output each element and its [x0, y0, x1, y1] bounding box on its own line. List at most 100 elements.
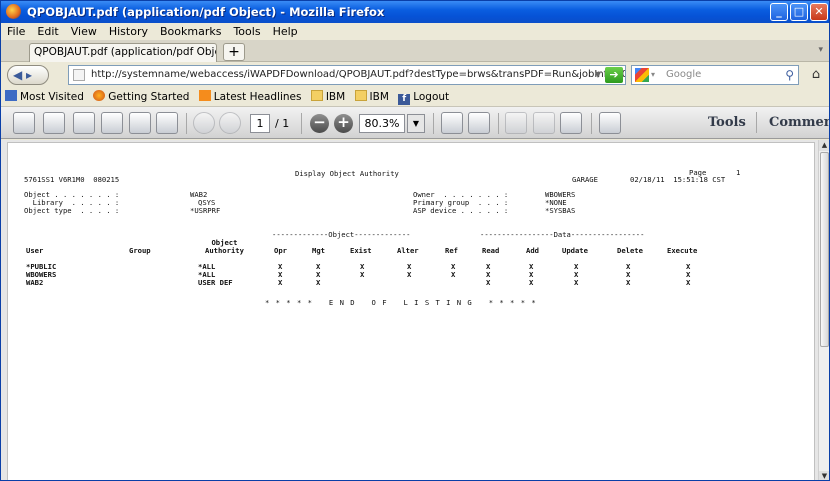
bookmark-logout[interactable]: f Logout — [398, 88, 449, 107]
cell-delete: X — [626, 278, 631, 287]
data-columns-group-header: -----------------Data----------------- — [480, 230, 645, 239]
scroll-thumb[interactable] — [820, 152, 829, 347]
fit-page-icon[interactable] — [441, 112, 463, 134]
tab-bar: QPOBJAUT.pdf (application/pdf Object) + … — [1, 40, 829, 62]
next-page-icon[interactable] — [219, 112, 241, 134]
menu-tools[interactable]: Tools — [227, 23, 266, 40]
toolbar-separator — [498, 113, 499, 134]
cell-ref: X — [451, 270, 456, 279]
url-text: http://systemname/webaccess/iWAPDFDownlo… — [91, 69, 625, 80]
column-header-update: Update — [562, 246, 588, 255]
go-arrow-icon[interactable]: ➔ — [605, 67, 623, 83]
zoom-level-input[interactable]: 80.3% — [359, 114, 405, 133]
menu-history[interactable]: History — [103, 23, 154, 40]
bookmarks-bar: Most Visited Getting Started Latest Head… — [1, 88, 829, 107]
system-line: 5761SS1 V6R1M0 080215 — [24, 175, 120, 184]
column-header-delete: Delete — [617, 246, 643, 255]
page-favicon-icon — [73, 69, 85, 81]
fit-width-icon[interactable] — [468, 112, 490, 134]
home-icon[interactable]: ⌂ — [807, 66, 825, 84]
create-pdf-icon[interactable] — [13, 112, 35, 134]
object-type-label: Object type . . . . : — [24, 206, 120, 215]
navigation-bar: ◀ ▸ http://systemname/webaccess/iWAPDFDo… — [1, 62, 829, 88]
vertical-scrollbar[interactable]: ▲ ▼ — [818, 140, 829, 480]
new-tab-button[interactable]: + — [223, 43, 245, 61]
column-header-read: Read — [482, 246, 500, 255]
facebook-icon: f — [398, 94, 411, 105]
column-header-opr: Opr — [274, 246, 287, 255]
menu-help[interactable]: Help — [267, 23, 304, 40]
minimize-button[interactable]: _ — [770, 3, 788, 21]
search-icon[interactable]: ⚲ — [785, 66, 794, 84]
asp-device-label: ASP device . . . . . : — [413, 206, 509, 215]
zoom-out-button[interactable]: − — [310, 114, 329, 133]
scroll-down-icon[interactable]: ▼ — [819, 471, 829, 480]
toolbar-separator — [756, 112, 757, 133]
column-header-execute: Execute — [667, 246, 698, 255]
search-engine-dropdown-icon[interactable]: ▾ — [651, 66, 655, 84]
url-field[interactable]: http://systemname/webaccess/iWAPDFDownlo… — [68, 65, 626, 85]
previous-page-icon[interactable] — [193, 112, 215, 134]
tools-pane-button[interactable]: Tools — [708, 107, 746, 138]
folder-icon — [310, 90, 323, 101]
bookmark-getting-started[interactable]: Getting Started — [93, 88, 189, 107]
url-dropdown-icon[interactable]: ▼ — [595, 66, 601, 84]
toolbar-separator — [186, 113, 187, 134]
document-properties-icon[interactable] — [560, 112, 582, 134]
menu-view[interactable]: View — [65, 23, 103, 40]
cell-read: X — [486, 278, 491, 287]
pdf-viewer: 5761SS1 V6R1M0 080215 Display Object Aut… — [1, 140, 818, 480]
menu-edit[interactable]: Edit — [31, 23, 64, 40]
bookmark-folder-ibm-1[interactable]: IBM — [310, 88, 345, 107]
firefox-logo-icon — [6, 4, 21, 19]
full-screen-icon[interactable] — [599, 112, 621, 134]
cell-exist: X — [360, 270, 365, 279]
close-button[interactable]: ✕ — [810, 3, 828, 21]
save-icon[interactable] — [73, 112, 95, 134]
email-icon[interactable] — [129, 112, 151, 134]
toolbar-separator — [591, 113, 592, 134]
scroll-up-icon[interactable]: ▲ — [819, 140, 829, 151]
browser-window: QPOBJAUT.pdf (application/pdf Object) - … — [0, 0, 830, 481]
bookmark-folder-ibm-2[interactable]: IBM — [354, 88, 389, 107]
attach-icon[interactable] — [533, 112, 555, 134]
column-header-group: Group — [129, 246, 151, 255]
firefox-icon — [93, 90, 106, 101]
sign-icon[interactable] — [505, 112, 527, 134]
title-bar: QPOBJAUT.pdf (application/pdf Object) - … — [1, 1, 829, 23]
maximize-button[interactable]: □ — [790, 3, 808, 21]
column-header-user: User — [26, 246, 44, 255]
search-field[interactable]: ▾ Google ⚲ — [631, 65, 799, 85]
report-title: Display Object Authority — [295, 169, 399, 178]
most-visited-icon — [5, 90, 17, 101]
tab-list-chevron-icon[interactable]: ▾ — [818, 45, 823, 55]
bookmark-most-visited[interactable]: Most Visited — [5, 88, 84, 107]
cell-add: X — [529, 278, 534, 287]
page-total: / 1 — [275, 117, 290, 130]
column-header-ref: Ref — [445, 246, 458, 255]
page-label: Page — [689, 168, 707, 177]
folder-icon — [354, 90, 367, 101]
zoom-in-button[interactable]: + — [334, 114, 353, 133]
report-date-time: 02/18/11 15:51:18 CST — [630, 175, 726, 184]
comment-pane-button[interactable]: Comment — [769, 107, 829, 138]
window-title: QPOBJAUT.pdf (application/pdf Object) - … — [27, 5, 385, 19]
menu-file[interactable]: File — [1, 23, 31, 40]
tab-qpobjaut[interactable]: QPOBJAUT.pdf (application/pdf Object) — [29, 43, 217, 62]
google-icon[interactable] — [635, 68, 649, 82]
cell-update: X — [574, 278, 579, 287]
column-header-alter: Alter — [397, 246, 419, 255]
edit-pdf-icon[interactable] — [43, 112, 65, 134]
bookmark-latest-headlines[interactable]: Latest Headlines — [198, 88, 301, 107]
zoom-dropdown-icon[interactable]: ▼ — [407, 114, 425, 133]
column-header-exist: Exist — [350, 246, 372, 255]
collaborate-icon[interactable] — [156, 112, 178, 134]
back-forward-button[interactable]: ◀ ▸ — [7, 65, 49, 85]
print-icon[interactable] — [101, 112, 123, 134]
page-number-input[interactable]: 1 — [250, 114, 270, 133]
cell-auth: USER DEF — [198, 278, 233, 287]
object-type-value: *USRPRF — [190, 206, 221, 215]
column-header-add: Add — [526, 246, 539, 255]
menu-bookmarks[interactable]: Bookmarks — [154, 23, 227, 40]
toolbar-separator — [433, 113, 434, 134]
